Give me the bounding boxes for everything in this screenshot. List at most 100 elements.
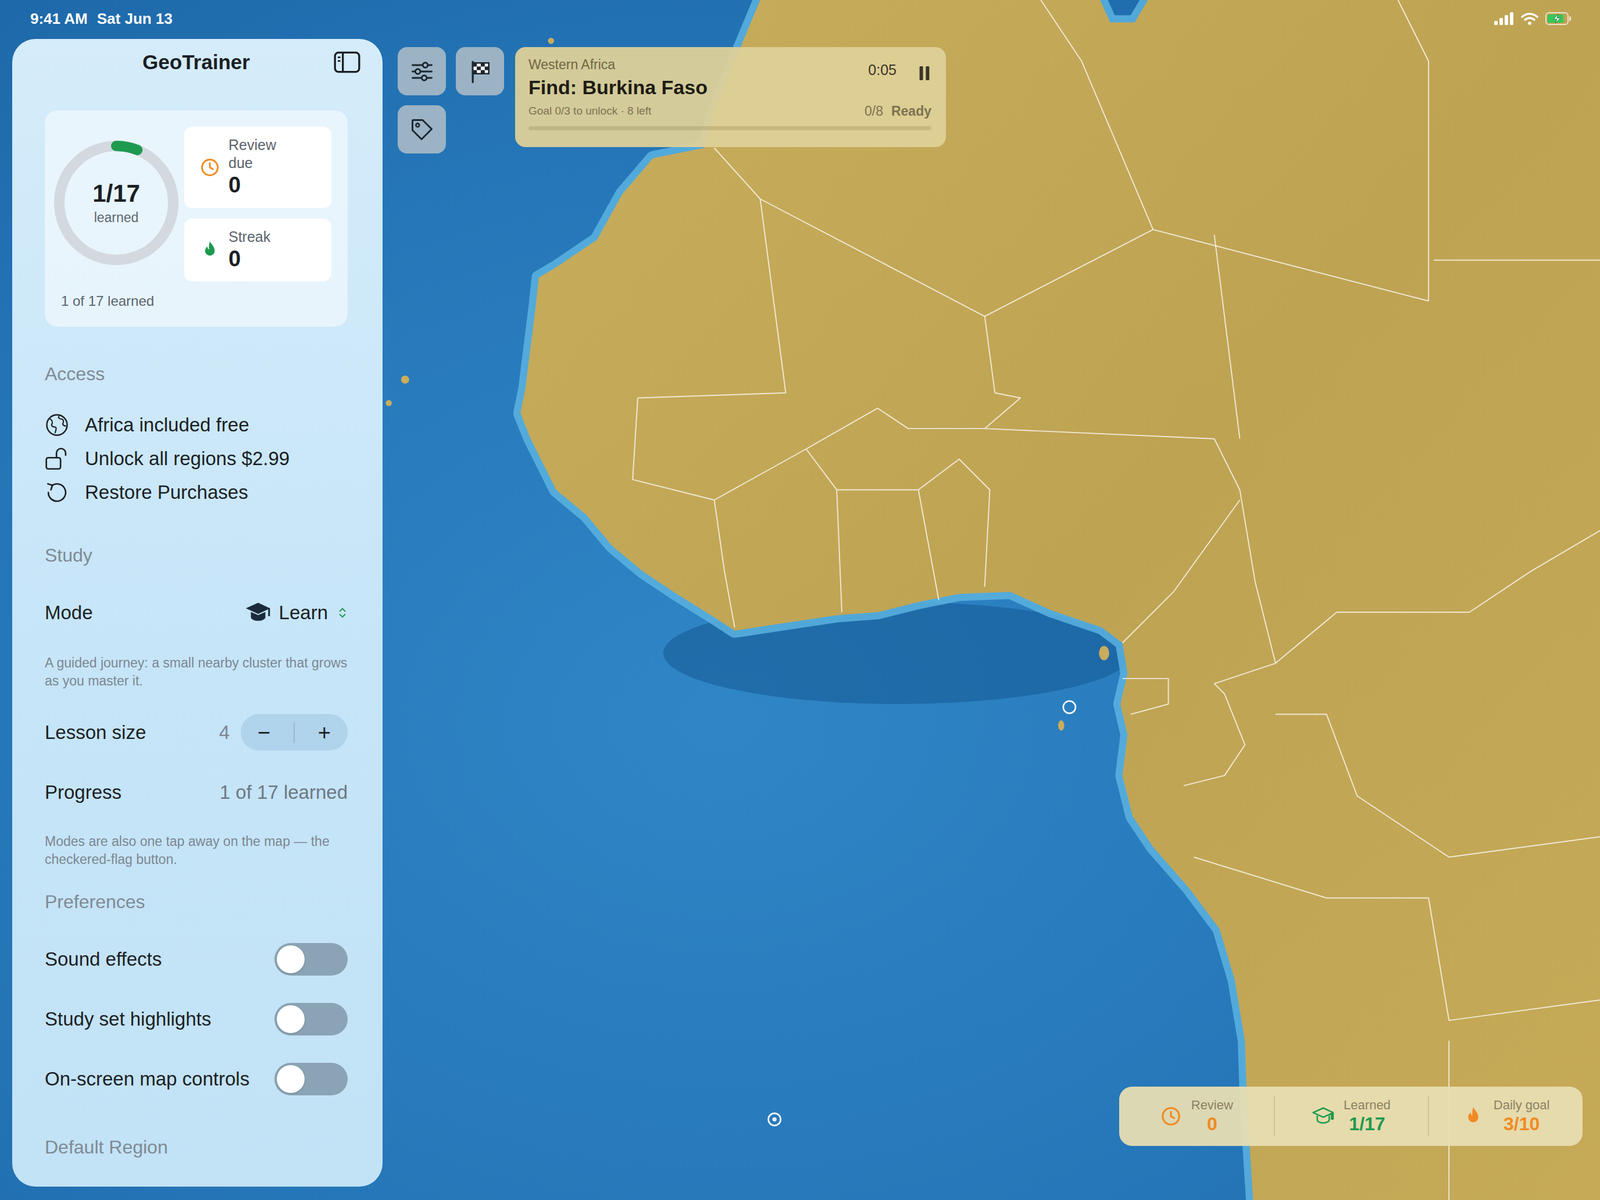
country-border [637, 198, 786, 398]
toggle-label: Study set highlights [44, 1008, 212, 1031]
stat-value: 0 [228, 245, 271, 273]
progress-ring: 1/17 learned [54, 140, 179, 266]
stats-label: Learned [1343, 1097, 1391, 1113]
prompt-title: Find: Burkina Faso [528, 76, 708, 99]
country-border [984, 428, 1276, 664]
section-header: Study [44, 544, 348, 567]
prompt-progress-bar [528, 126, 932, 131]
toggle-label: On-screen map controls [44, 1068, 250, 1091]
flame-icon [199, 239, 221, 261]
summary-footer: 1 of 17 learned [54, 293, 332, 310]
prompt-card: Western Africa Find: Burkina Faso 0:05 G… [515, 47, 946, 148]
country-border [806, 448, 842, 613]
map-marker-dot [772, 1117, 777, 1122]
country-border [918, 459, 991, 587]
access-list: Africa included free Unlock all regions … [44, 408, 348, 510]
country-border [1214, 530, 1600, 684]
country-border [836, 489, 939, 600]
unlock-icon [44, 446, 70, 471]
country-border [1122, 678, 1169, 714]
ring-label: learned [94, 209, 139, 226]
access-item[interactable]: Africa included free [44, 408, 348, 442]
island [1058, 720, 1065, 731]
chevron-updown-icon [337, 604, 348, 621]
map-toolbar [397, 47, 505, 154]
toggle-row: Study set highlights [44, 995, 348, 1043]
country-border [1193, 856, 1600, 1021]
charging-bolt-icon [1553, 13, 1561, 24]
toggle-switch[interactable] [274, 1062, 348, 1096]
progress-row: Progress 1 of 17 learned [44, 772, 348, 813]
mode-value: Learn [279, 601, 328, 624]
graduation-cap-icon [1312, 1105, 1335, 1128]
map-marker[interactable] [1063, 701, 1076, 714]
toggle-knob [276, 1005, 305, 1034]
mode-label: Mode [44, 601, 94, 624]
section-header: Default Region [44, 1136, 348, 1159]
access-item[interactable]: Restore Purchases [44, 475, 348, 510]
decrement-button[interactable]: − [247, 721, 281, 744]
section-header: Preferences [44, 890, 348, 913]
country-border [632, 393, 1021, 500]
stats-label: Review [1191, 1097, 1234, 1113]
mode-button[interactable] [455, 47, 505, 96]
stats-bar: Review 0 Learned 1/17 Daily goal 3/10 [1119, 1086, 1583, 1146]
summary-card: 1/17 learned Review due 0 Streak 0 1 of … [44, 110, 348, 327]
land-mass[interactable] [520, 0, 1600, 1200]
mode-note: Modes are also one tap away on the map —… [44, 832, 348, 869]
stats-item: Review 0 [1119, 1095, 1274, 1137]
lesson-size-label: Lesson size [44, 721, 146, 744]
stats-value: 0 [1206, 1113, 1218, 1135]
flame-icon [1462, 1105, 1485, 1128]
toggle-switch[interactable] [274, 943, 348, 976]
country-border [1183, 683, 1245, 787]
island [401, 375, 410, 384]
lesson-stepper: − + [240, 713, 348, 751]
stat-label: Streak [228, 227, 271, 246]
prompt-goal: Goal 0/3 to unlock · 8 left [528, 104, 652, 118]
stats-value: 1/17 [1348, 1113, 1385, 1135]
access-item[interactable]: Unlock all regions $2.99 [44, 441, 348, 476]
toggle-label: Sound effects [44, 948, 162, 971]
stats-item: Daily goal 3/10 [1427, 1095, 1583, 1137]
sliders-icon [409, 58, 435, 85]
sidebar-toggle-icon[interactable] [332, 47, 362, 77]
country-border [714, 147, 761, 199]
stepper-divider [293, 722, 295, 744]
battery-icon [1545, 12, 1573, 25]
app-title: GeoTrainer [142, 50, 250, 74]
mode-row[interactable]: Mode Learn [44, 592, 348, 634]
pause-icon[interactable] [917, 64, 932, 82]
toggle-list: Sound effects Study set highlights On-sc… [44, 936, 348, 1103]
graduation-cap-icon [241, 599, 275, 627]
access-label: Restore Purchases [84, 481, 249, 504]
prompt-status: Ready [891, 103, 932, 120]
screen: 9:41 AM Sat Jun 13 GeoTrainer 1/17 learn… [0, 0, 1600, 1200]
prompt-timer: 0:05 [868, 61, 897, 79]
sidebar-header: GeoTrainer [44, 38, 348, 86]
lesson-size-row: Lesson size 4 − + [44, 712, 348, 753]
country-border [984, 229, 1429, 317]
sidebar: GeoTrainer 1/17 learned Review due 0 Str… [12, 38, 383, 1187]
prompt-region: Western Africa [528, 56, 708, 74]
progress-value: 1 of 17 learned [219, 781, 348, 804]
filters-button[interactable] [397, 47, 446, 96]
status-date: Sat Jun 13 [97, 9, 173, 28]
country-border [760, 198, 996, 393]
status-time: 9:41 AM [30, 9, 88, 28]
stat-value: 0 [228, 172, 293, 199]
toggle-knob [276, 945, 305, 974]
increment-button[interactable]: + [307, 721, 342, 744]
coastal-shelf [520, 0, 1600, 1200]
lesson-size-value: 4 [219, 721, 230, 744]
map-marker[interactable] [768, 1113, 781, 1126]
toggle-switch[interactable] [274, 1002, 348, 1036]
stats-value: 3/10 [1503, 1113, 1540, 1135]
labels-button[interactable] [397, 105, 446, 154]
country-border [1122, 500, 1241, 644]
stats-item: Learned 1/17 [1273, 1095, 1429, 1137]
toggle-row: Sound effects [44, 936, 348, 983]
stat-label: Review due [228, 136, 293, 173]
access-label: Africa included free [84, 413, 249, 437]
status-bar: 9:41 AM Sat Jun 13 [0, 0, 1600, 38]
